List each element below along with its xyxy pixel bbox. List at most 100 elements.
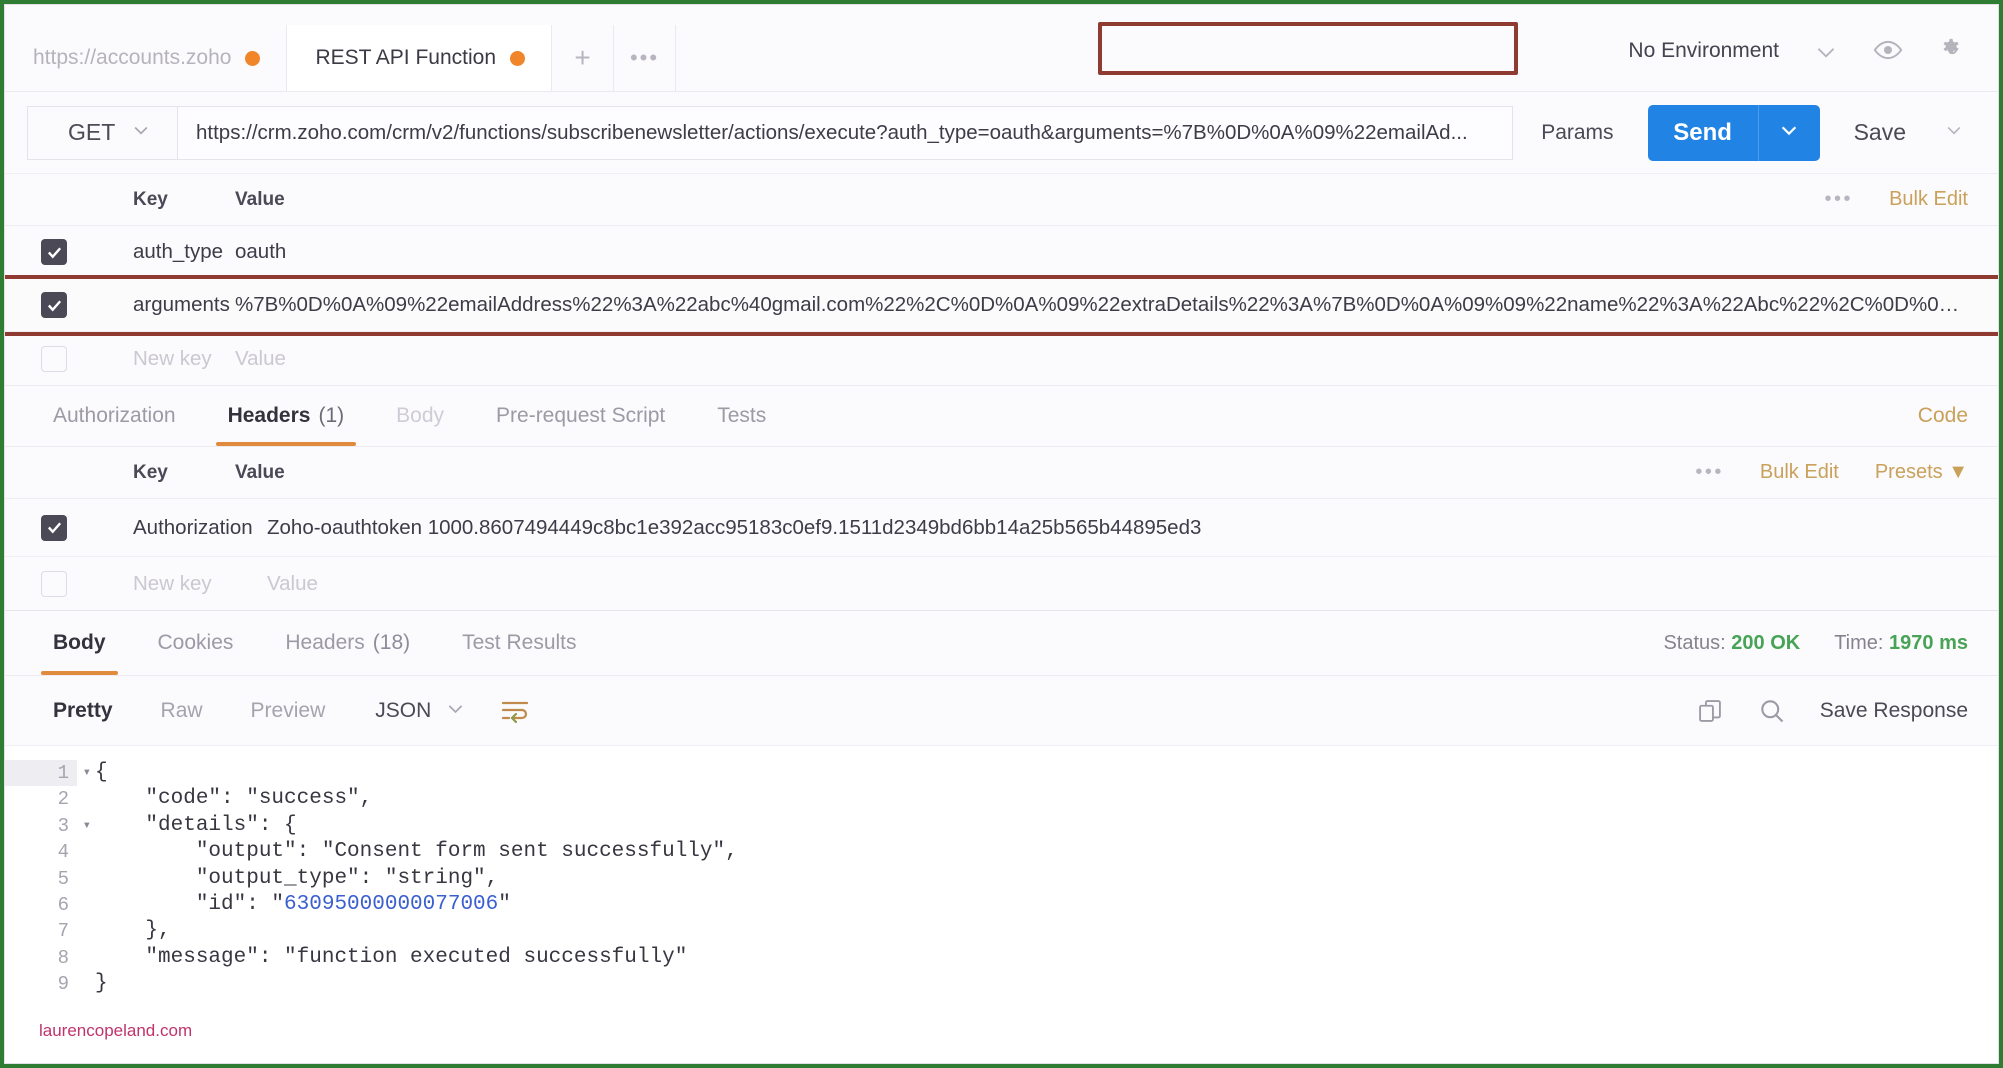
line-number: 2 bbox=[5, 786, 77, 812]
new-param-key-input[interactable]: New key bbox=[93, 347, 231, 371]
response-tab-cookies[interactable]: Cookies bbox=[132, 611, 260, 675]
param-value[interactable]: oauth bbox=[231, 240, 1998, 264]
fold-toggle-icon[interactable]: ▾ bbox=[83, 813, 91, 839]
search-icon[interactable] bbox=[1758, 697, 1786, 725]
new-header-key-input[interactable]: New key bbox=[93, 572, 263, 596]
url-bar: GET https://crm.zoho.com/crm/v2/function… bbox=[5, 22, 1998, 174]
response-tab-test-results[interactable]: Test Results bbox=[436, 611, 602, 675]
unsaved-dot-icon bbox=[245, 50, 261, 66]
environment-area: No Environment bbox=[1628, 5, 1998, 91]
url-text: https://crm.zoho.com/crm/v2/functions/su… bbox=[196, 120, 1468, 144]
tab-pre-request-script[interactable]: Pre-request Script bbox=[470, 386, 691, 446]
headers-bulk-edit-button[interactable]: Bulk Edit bbox=[1760, 461, 1839, 484]
environment-selector[interactable]: No Environment bbox=[1628, 39, 1779, 65]
new-tab-button[interactable]: + bbox=[552, 25, 614, 91]
headers-header-row: Key Value ••• Bulk Edit Presets ▼ bbox=[5, 447, 1998, 499]
row-checkbox[interactable] bbox=[41, 239, 67, 265]
column-header-key: Key bbox=[133, 188, 168, 210]
save-label: Save bbox=[1853, 119, 1906, 145]
request-tab-rest-api-function[interactable]: REST API Function bbox=[287, 25, 552, 91]
header-key[interactable]: Authorization bbox=[93, 516, 263, 540]
view-pretty[interactable]: Pretty bbox=[29, 699, 137, 723]
param-key[interactable]: auth_type bbox=[93, 240, 231, 264]
line-number-value: 1 bbox=[57, 762, 69, 784]
copy-icon[interactable] bbox=[1696, 697, 1724, 725]
url-input[interactable]: https://crm.zoho.com/crm/v2/functions/su… bbox=[177, 105, 1514, 160]
code-line: } bbox=[95, 972, 108, 996]
response-format-selector[interactable]: JSON bbox=[375, 698, 466, 724]
line-number: 5 bbox=[5, 866, 77, 892]
tab-label: Cookies bbox=[157, 631, 234, 654]
new-param-value-input[interactable]: Value bbox=[231, 347, 1998, 371]
watermark: laurencopeland.com bbox=[39, 1021, 193, 1040]
headers-presets-button[interactable]: Presets ▼ bbox=[1875, 461, 1968, 484]
eye-icon[interactable] bbox=[1873, 35, 1903, 65]
request-tab-bar: https://accounts.zoho REST API Function … bbox=[5, 5, 1998, 92]
row-checkbox[interactable] bbox=[41, 514, 67, 541]
request-tab-accounts-zoho[interactable]: https://accounts.zoho bbox=[5, 25, 288, 91]
chevron-down-icon bbox=[445, 698, 466, 724]
line-number-value: 5 bbox=[57, 867, 69, 890]
http-method-selector[interactable]: GET bbox=[27, 105, 177, 160]
params-button[interactable]: Params bbox=[1513, 121, 1641, 145]
row-checkbox[interactable] bbox=[41, 345, 67, 372]
tab-options-button[interactable]: ••• bbox=[614, 25, 676, 91]
chevron-down-icon[interactable] bbox=[1813, 39, 1839, 65]
header-value[interactable]: Zoho-oauthtoken 1000.8607494449c8bc1e392… bbox=[263, 516, 1998, 540]
response-actions: Save Response bbox=[1696, 697, 1998, 725]
tab-label: Authorization bbox=[53, 404, 176, 427]
view-preview[interactable]: Preview bbox=[227, 699, 350, 723]
params-bulk-edit-button[interactable]: Bulk Edit bbox=[1889, 188, 1968, 211]
row-checkbox[interactable] bbox=[41, 292, 67, 318]
tab-authorization[interactable]: Authorization bbox=[27, 386, 202, 446]
table-row[interactable]: arguments %7B%0D%0A%09%22emailAddress%22… bbox=[5, 275, 1998, 336]
code-line: "message": "function executed successful… bbox=[95, 945, 688, 969]
code-link-button[interactable]: Code bbox=[1918, 404, 1998, 428]
save-response-button[interactable]: Save Response bbox=[1820, 699, 1968, 723]
response-id-value: 63095000000077006 bbox=[284, 892, 499, 916]
line-number-value: 2 bbox=[57, 788, 69, 811]
table-row[interactable]: Authorization Zoho-oauthtoken 1000.86074… bbox=[5, 499, 1998, 557]
response-body-viewer[interactable]: 1 ▾ 2 3 ▾ 4 5 6 7 8 9 {"code": "success… bbox=[5, 746, 1998, 1063]
fold-toggle-icon[interactable]: ▾ bbox=[83, 760, 91, 786]
table-row[interactable]: auth_type oauth bbox=[5, 226, 1998, 279]
chevron-down-icon bbox=[1778, 119, 1800, 146]
tab-label: Body bbox=[396, 404, 445, 427]
send-button[interactable]: Send bbox=[1647, 104, 1758, 161]
chevron-down-icon bbox=[131, 120, 151, 145]
table-row-placeholder[interactable]: New key Value bbox=[5, 557, 1998, 610]
tab-label: Headers bbox=[227, 404, 311, 427]
gear-icon[interactable] bbox=[1937, 34, 1968, 65]
request-tab-label: https://accounts.zoho bbox=[33, 46, 232, 69]
headers-actions: ••• Bulk Edit Presets ▼ bbox=[1695, 461, 1998, 484]
save-button[interactable]: Save bbox=[1820, 119, 1932, 146]
line-number-value: 4 bbox=[57, 841, 69, 864]
tab-body[interactable]: Body bbox=[370, 386, 470, 446]
line-number-gutter: 1 ▾ 2 3 ▾ 4 5 6 7 8 9 bbox=[5, 760, 91, 1063]
save-options-button[interactable] bbox=[1932, 120, 1976, 145]
unsaved-dot-icon bbox=[510, 50, 525, 66]
send-options-button[interactable] bbox=[1757, 104, 1820, 161]
tab-headers[interactable]: Headers (1) bbox=[202, 386, 371, 446]
param-key[interactable]: arguments bbox=[93, 293, 231, 317]
view-raw[interactable]: Raw bbox=[137, 699, 227, 723]
time-label: Time: bbox=[1834, 631, 1884, 654]
response-tab-body[interactable]: Body bbox=[27, 611, 132, 675]
ellipsis-icon[interactable]: ••• bbox=[1825, 188, 1854, 211]
line-number: 6 bbox=[5, 892, 77, 918]
time-value: 1970 ms bbox=[1889, 631, 1968, 654]
new-header-value-input[interactable]: Value bbox=[263, 572, 1998, 596]
table-row-placeholder[interactable]: New key Value bbox=[5, 332, 1998, 385]
response-tab-headers[interactable]: Headers (18) bbox=[259, 611, 436, 675]
row-checkbox-cell bbox=[41, 345, 93, 372]
row-checkbox[interactable] bbox=[41, 570, 67, 597]
tab-tests[interactable]: Tests bbox=[691, 386, 792, 446]
column-header-key: Key bbox=[133, 461, 168, 483]
code-line-id-suffix: " bbox=[498, 892, 511, 916]
query-params-table: Key Value ••• Bulk Edit auth_type oauth bbox=[5, 174, 1998, 385]
postman-window: https://accounts.zoho REST API Function … bbox=[4, 4, 1999, 1064]
column-header-value: Value bbox=[235, 188, 285, 210]
ellipsis-icon[interactable]: ••• bbox=[1695, 461, 1724, 484]
param-value[interactable]: %7B%0D%0A%09%22emailAddress%22%3A%22abc%… bbox=[231, 293, 1998, 317]
text-wrap-icon[interactable] bbox=[500, 698, 530, 724]
